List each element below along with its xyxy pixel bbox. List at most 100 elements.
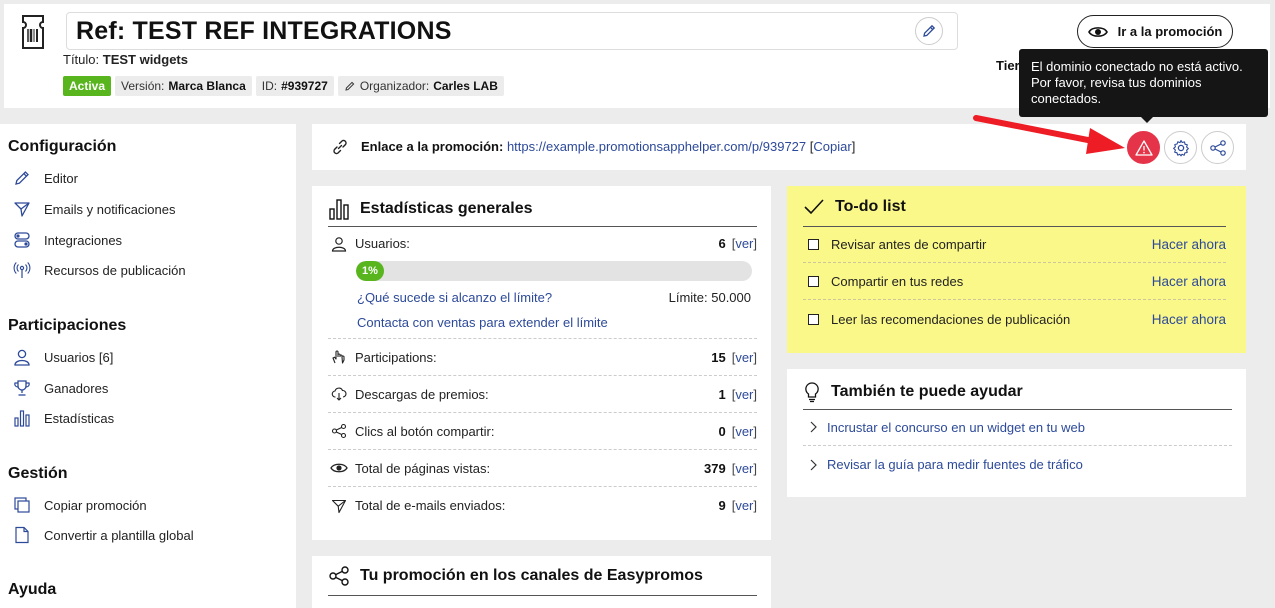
todo-item: Compartir en tus redes Hacer ahora bbox=[803, 263, 1226, 300]
help-link-label: Incrustar el concurso en un widget en tu… bbox=[827, 419, 1085, 435]
stat-ver: [ver] bbox=[731, 423, 757, 439]
stat-row-emails-sent: Total de e-mails enviados: 9 [ver] bbox=[328, 487, 757, 524]
channels-title-text: Tu promoción en los canales de Easypromo… bbox=[360, 567, 703, 584]
help-link-item[interactable]: Revisar la guía para medir fuentes de tr… bbox=[803, 446, 1232, 483]
sidebar-item-copiar[interactable]: Copiar promoción bbox=[12, 493, 147, 517]
todo-checkbox[interactable] bbox=[808, 314, 819, 325]
promotion-url-link[interactable]: https://example.promotionsapphelper.com/… bbox=[507, 139, 806, 154]
gear-icon bbox=[1172, 139, 1189, 156]
sidebar-item-label: Recursos de publicación bbox=[44, 262, 186, 278]
stat-ver: [ver] bbox=[731, 386, 757, 402]
send-icon bbox=[328, 498, 350, 514]
share-button[interactable] bbox=[1201, 131, 1234, 164]
todo-action-link[interactable]: Hacer ahora bbox=[1152, 237, 1226, 252]
sidebar-section-participaciones: Participaciones bbox=[8, 317, 127, 334]
sidebar-item-label: Convertir a plantilla global bbox=[44, 527, 194, 543]
version-tag: Versión: Marca Blanca bbox=[115, 76, 252, 96]
sidebar-item-emails[interactable]: Emails y notificaciones bbox=[12, 197, 176, 221]
warning-icon bbox=[1134, 139, 1153, 156]
todo-checkbox[interactable] bbox=[808, 238, 819, 250]
ticket-barcode-icon bbox=[20, 14, 46, 50]
stat-value: 15 bbox=[711, 349, 726, 365]
help-link-label: Revisar la guía para medir fuentes de tr… bbox=[827, 457, 1083, 472]
todo-item-label: Compartir en tus redes bbox=[831, 273, 964, 289]
ver-link[interactable]: ver bbox=[735, 498, 753, 513]
ver-link[interactable]: ver bbox=[735, 350, 753, 365]
link-icon bbox=[330, 137, 350, 162]
ver-link[interactable]: ver bbox=[735, 387, 753, 402]
trophy-icon bbox=[12, 378, 32, 398]
subtitle-value: TEST widgets bbox=[102, 52, 188, 67]
stat-ver: [ver] bbox=[731, 236, 757, 251]
stat-label: Descargas de premios: bbox=[355, 386, 489, 402]
hand-icon bbox=[328, 349, 350, 365]
stat-value: 1 bbox=[718, 386, 726, 402]
sidebar-section-configuracion: Configuración bbox=[8, 138, 117, 155]
ver-link[interactable]: ver bbox=[735, 236, 753, 251]
help-link-item[interactable]: Incrustar el concurso en un widget en tu… bbox=[803, 409, 1232, 446]
stat-value: 6 bbox=[718, 236, 726, 251]
sidebar-item-ganadores[interactable]: Ganadores bbox=[12, 376, 108, 400]
todo-action-link[interactable]: Hacer ahora bbox=[1152, 274, 1226, 289]
sidebar-item-estadisticas[interactable]: Estadísticas bbox=[12, 406, 114, 430]
limit-question-link[interactable]: ¿Qué sucede si alcanzo el límite? bbox=[357, 290, 552, 305]
title-field[interactable]: Ref: TEST REF INTEGRATIONS bbox=[66, 12, 958, 50]
pencil-icon bbox=[12, 168, 32, 188]
stat-row-users: Usuarios: 6 [ver] bbox=[328, 225, 757, 262]
promotion-subtitle: Título: TEST widgets bbox=[63, 52, 188, 67]
eye-icon bbox=[1087, 26, 1108, 37]
bar-chart-icon bbox=[329, 199, 349, 220]
ver-link[interactable]: ver bbox=[735, 424, 753, 439]
help-card-title: También te puede ayudar bbox=[803, 381, 1023, 403]
pencil-icon bbox=[345, 81, 355, 91]
help-title-text: También te puede ayudar bbox=[831, 383, 1023, 400]
contact-sales-link[interactable]: Contacta con ventas para extender el lím… bbox=[357, 315, 608, 330]
todo-checkbox[interactable] bbox=[808, 275, 819, 287]
todo-card-title: To-do list bbox=[803, 198, 906, 216]
broadcast-icon bbox=[12, 260, 32, 280]
todo-card: To-do list Revisar antes de compartir Ha… bbox=[787, 186, 1246, 353]
share-icon bbox=[1209, 139, 1226, 156]
sidebar-item-label: Copiar promoción bbox=[44, 497, 147, 513]
sidebar-item-recursos[interactable]: Recursos de publicación bbox=[12, 258, 186, 282]
stat-ver: [ver] bbox=[731, 460, 757, 476]
stat-value: 379 bbox=[703, 460, 726, 476]
ver-link[interactable]: ver bbox=[735, 461, 753, 476]
stat-label: Total de e-mails enviados: bbox=[355, 498, 506, 513]
sidebar-item-usuarios[interactable]: Usuarios [6] bbox=[12, 345, 113, 369]
file-icon bbox=[12, 525, 32, 545]
todo-item-label: Revisar antes de compartir bbox=[831, 236, 987, 252]
todo-item: Leer las recomendaciones de publicación … bbox=[803, 301, 1226, 338]
sidebar-item-integraciones[interactable]: Integraciones bbox=[12, 228, 122, 252]
edit-title-button[interactable] bbox=[915, 17, 943, 45]
todo-action-link[interactable]: Hacer ahora bbox=[1152, 312, 1226, 327]
promotion-tags: Activa Versión: Marca Blanca ID: #939727… bbox=[63, 76, 504, 96]
stat-row-downloads: Descargas de premios: 1 [ver] bbox=[328, 376, 757, 413]
users-progress-fill: 1% bbox=[356, 261, 384, 281]
organizer-label: Organizador: bbox=[359, 79, 430, 93]
send-icon bbox=[12, 199, 32, 219]
sidebar-item-convertir[interactable]: Convertir a plantilla global bbox=[12, 523, 194, 547]
settings-button[interactable] bbox=[1164, 131, 1197, 164]
copy-bracket-close: ] bbox=[851, 139, 856, 154]
tier-label: Tier bbox=[996, 58, 1020, 73]
id-label: ID: bbox=[261, 79, 278, 93]
domain-alert-button[interactable] bbox=[1127, 131, 1160, 164]
checkmark-icon bbox=[804, 199, 824, 215]
stat-value: 0 bbox=[718, 423, 726, 439]
channels-card-title: Tu promoción en los canales de Easypromo… bbox=[328, 565, 703, 587]
go-to-promotion-button[interactable]: Ir a la promoción bbox=[1077, 15, 1233, 48]
sidebar-item-editor[interactable]: Editor bbox=[12, 166, 78, 190]
sidebar-item-label: Integraciones bbox=[44, 232, 123, 248]
sidebar-section-ayuda: Ayuda bbox=[8, 581, 57, 598]
user-icon bbox=[328, 236, 350, 252]
toggles-icon bbox=[12, 230, 32, 250]
organizer-value: Carles LAB bbox=[433, 79, 498, 93]
stat-row-share-clicks: Clics al botón compartir: 0 [ver] bbox=[328, 413, 757, 450]
share-icon bbox=[329, 566, 349, 586]
bar-chart-icon bbox=[12, 408, 32, 428]
copy-link-button[interactable]: Copiar bbox=[813, 139, 851, 154]
sidebar-item-label: Usuarios [6] bbox=[44, 349, 114, 365]
id-tag: ID: #939727 bbox=[255, 76, 334, 96]
stat-row-participations: Participations: 15 [ver] bbox=[328, 339, 757, 376]
